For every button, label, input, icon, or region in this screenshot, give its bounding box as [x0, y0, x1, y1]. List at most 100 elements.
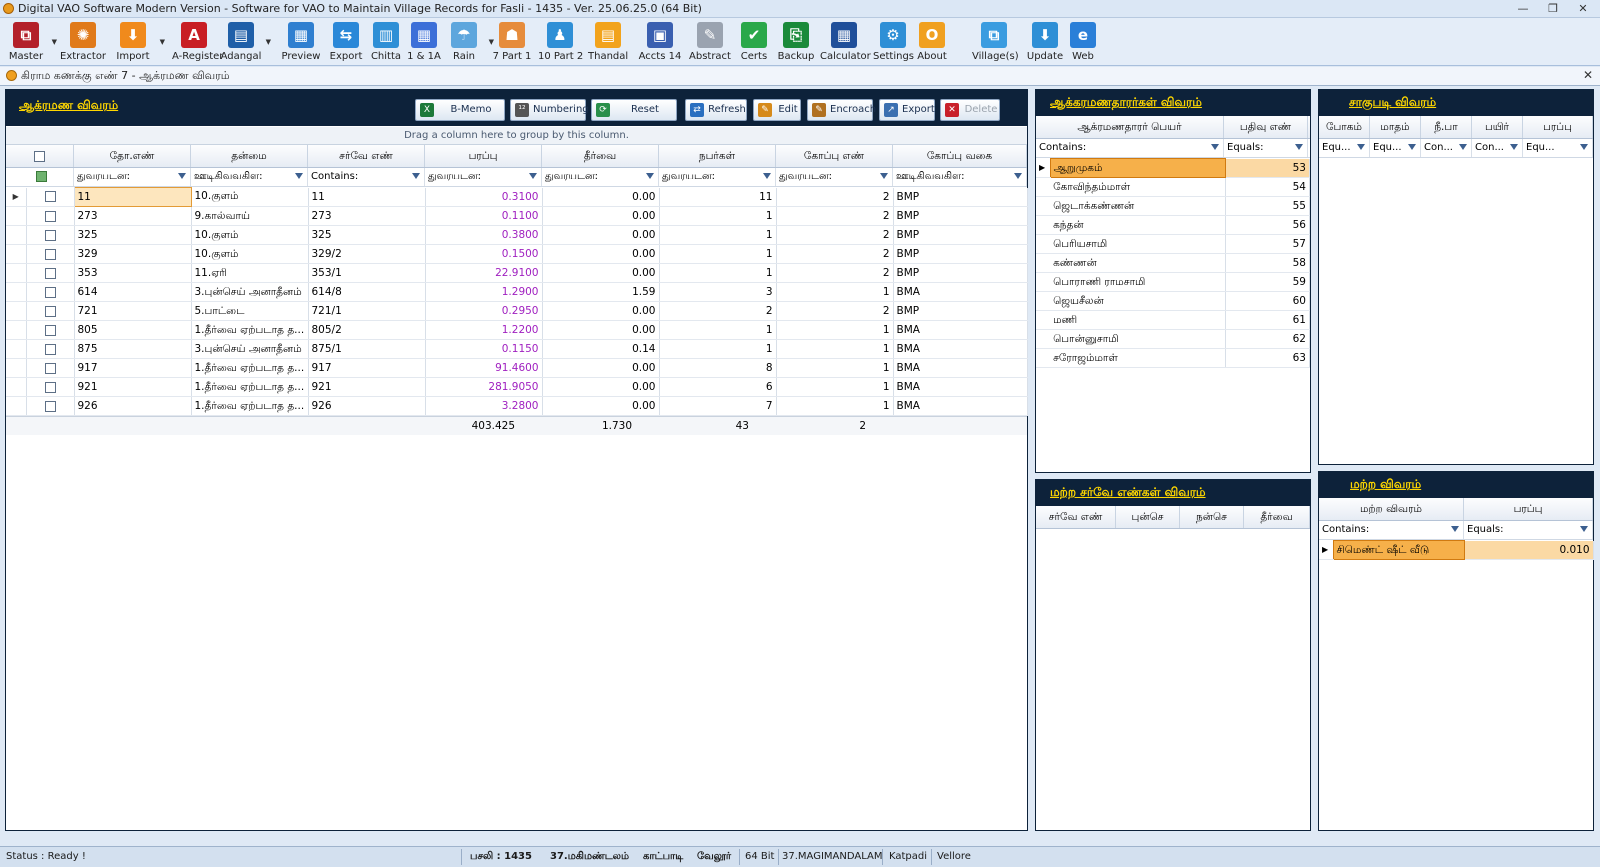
- toolbar-seven-part-one-button[interactable]: ☗ 7 Part 1: [492, 20, 532, 64]
- grid-cell[interactable]: 2: [776, 206, 894, 226]
- column-header[interactable]: தீர்வை: [542, 145, 659, 167]
- grid-cell[interactable]: 1.2900: [425, 282, 543, 302]
- table-row[interactable]: ▶ 11 10.குளம் 11 0.3100 0.00 11 2 BMP: [6, 187, 1028, 207]
- grid-cell[interactable]: 0.00: [542, 377, 660, 397]
- grid-cell[interactable]: 2: [776, 301, 894, 321]
- list-item[interactable]: கண்ணன் 58: [1036, 253, 1311, 273]
- row-checkbox[interactable]: [44, 191, 56, 203]
- filter-cell[interactable]: Contains:: [1036, 139, 1224, 157]
- table-row[interactable]: 614 3.புன்செய் அனாதீனம் 614/8 1.2900 1.59 3 1 B…: [6, 282, 1028, 302]
- grid-cell[interactable]: 273: [74, 206, 192, 226]
- grid-cell[interactable]: BMP: [893, 225, 1028, 245]
- filter-funnel-icon[interactable]: [295, 173, 303, 179]
- grid-cell[interactable]: 0.00: [542, 225, 660, 245]
- filter-cell[interactable]: Equ...: [1370, 139, 1421, 157]
- filter-selector-cell[interactable]: [6, 168, 74, 186]
- column-header[interactable]: சர்வே எண்: [308, 145, 425, 167]
- column-header[interactable]: தோ.எண்: [74, 145, 191, 167]
- table-row[interactable]: 721 5.பாட்டை 721/1 0.2950 0.00 2 2 BMP: [6, 301, 1028, 321]
- filter-funnel-icon[interactable]: [1408, 144, 1416, 150]
- list-item[interactable]: ஜெடாக்கண்ணன் 55: [1036, 196, 1311, 216]
- grid-cell[interactable]: 1: [659, 339, 777, 359]
- grid-cell[interactable]: 0.00: [542, 187, 660, 207]
- encroacher-name[interactable]: பெரியசாமி: [1050, 234, 1226, 254]
- column-header[interactable]: போகம்: [1319, 116, 1370, 138]
- registration-number[interactable]: 56: [1225, 215, 1311, 235]
- grid-cell[interactable]: 917: [308, 358, 426, 378]
- list-item[interactable]: ▶ சிமெண்ட் ஷீட் வீடு 0.010: [1319, 540, 1594, 560]
- row-checkbox[interactable]: [44, 400, 56, 412]
- filter-cell[interactable]: Con...: [1421, 139, 1472, 157]
- grid-cell[interactable]: 11: [308, 187, 426, 207]
- toolbar-update-button[interactable]: ⬇ Update: [1025, 20, 1065, 64]
- column-header[interactable]: தீர்வை: [1244, 506, 1310, 528]
- grid-cell[interactable]: BMP: [893, 187, 1028, 207]
- list-item[interactable]: சரோஜம்மாள் 63: [1036, 348, 1311, 368]
- grid-cell[interactable]: 721/1: [308, 301, 426, 321]
- filter-cell[interactable]: துவரயடன:: [776, 168, 893, 186]
- grid-cell[interactable]: 1.59: [542, 282, 660, 302]
- column-header[interactable]: நீ.பா: [1421, 116, 1472, 138]
- row-checkbox[interactable]: [44, 324, 56, 336]
- filter-cell[interactable]: Equals:: [1464, 521, 1593, 539]
- column-header[interactable]: சர்வே எண்: [1036, 506, 1116, 528]
- registration-number[interactable]: 54: [1225, 177, 1311, 197]
- toolbar-backup-button[interactable]: ⎘ Backup: [776, 20, 816, 64]
- grid-cell[interactable]: BMP: [893, 244, 1028, 264]
- grid-cell[interactable]: 353: [74, 263, 192, 283]
- toolbar-web-button[interactable]: e Web: [1066, 20, 1100, 64]
- filter-funnel-icon[interactable]: [1295, 144, 1303, 150]
- filter-funnel-icon[interactable]: [1510, 144, 1518, 150]
- filter-funnel-icon[interactable]: [763, 173, 771, 179]
- column-header[interactable]: தன்மை: [191, 145, 308, 167]
- grid-cell[interactable]: 11: [73, 187, 192, 207]
- grid-cell[interactable]: 10.குளம்: [191, 244, 309, 264]
- column-header[interactable]: நபர்கள்: [659, 145, 776, 167]
- filter-funnel-icon[interactable]: [1357, 144, 1365, 150]
- grid-cell[interactable]: 917: [74, 358, 192, 378]
- row-checkbox[interactable]: [44, 305, 56, 317]
- grid-cell[interactable]: 273: [308, 206, 426, 226]
- table-row[interactable]: 917 1.தீர்வை ஏற்படாத த... 917 91.4600 0.00 8 1…: [6, 358, 1028, 378]
- toolbar-a-register-button[interactable]: A A-Register: [172, 20, 223, 64]
- filter-funnel-icon[interactable]: [880, 173, 888, 179]
- filter-cell[interactable]: Equ...: [1319, 139, 1370, 157]
- grid-cell[interactable]: 0.00: [542, 320, 660, 340]
- grid-cell[interactable]: 353/1: [308, 263, 426, 283]
- grid-cell[interactable]: 1: [776, 396, 894, 416]
- select-all-checkbox[interactable]: [34, 150, 45, 162]
- row-checkbox[interactable]: [44, 381, 56, 393]
- grid-cell[interactable]: 1: [659, 244, 777, 264]
- row-checkbox[interactable]: [44, 229, 56, 241]
- list-item[interactable]: கோவிந்தம்மாள் 54: [1036, 177, 1311, 197]
- grid-cell[interactable]: 10.குளம்: [191, 187, 309, 207]
- grid-cell[interactable]: 91.4600: [425, 358, 543, 378]
- export-button[interactable]: ↗ Export: [879, 99, 935, 121]
- grid-cell[interactable]: 0.3800: [425, 225, 543, 245]
- close-tab-icon[interactable]: ✕: [1583, 68, 1593, 82]
- grid-cell[interactable]: 0.00: [542, 206, 660, 226]
- grid-cell[interactable]: 0.1500: [425, 244, 543, 264]
- grid-cell[interactable]: 10.குளம்: [191, 225, 309, 245]
- table-row[interactable]: 805 1.தீர்வை ஏற்படாத த... 805/2 1.2200 0.00 1…: [6, 320, 1028, 340]
- registration-number[interactable]: 63: [1225, 348, 1311, 368]
- filter-cell[interactable]: Equals:: [1224, 139, 1308, 157]
- grid-cell[interactable]: BMP: [893, 206, 1028, 226]
- filter-funnel-icon[interactable]: [412, 173, 420, 179]
- row-checkbox[interactable]: [44, 267, 56, 279]
- toolbar-master-button[interactable]: ⧉ Master ▼: [4, 20, 57, 64]
- filter-cell[interactable]: துவரயடன:: [542, 168, 659, 186]
- grid-cell[interactable]: 329: [74, 244, 192, 264]
- grid-cell[interactable]: BMA: [893, 377, 1028, 397]
- column-header[interactable]: புன்செ: [1116, 506, 1180, 528]
- grid-cell[interactable]: 3.2800: [425, 396, 543, 416]
- minimize-icon[interactable]: —: [1508, 0, 1538, 18]
- table-row[interactable]: 921 1.தீர்வை ஏற்படாத த... 921 281.9050 0.00 6…: [6, 377, 1028, 397]
- toolbar-settings-button[interactable]: ⚙ Settings: [873, 20, 914, 64]
- filter-funnel-icon[interactable]: [1014, 173, 1022, 179]
- column-header[interactable]: பரப்பு: [1464, 498, 1593, 520]
- encroacher-name[interactable]: பொன்னுசாமி: [1050, 329, 1226, 349]
- grid-cell[interactable]: BMA: [893, 282, 1028, 302]
- grid-cell[interactable]: 325: [74, 225, 192, 245]
- column-header[interactable]: கோப்பு வகை: [893, 145, 1027, 167]
